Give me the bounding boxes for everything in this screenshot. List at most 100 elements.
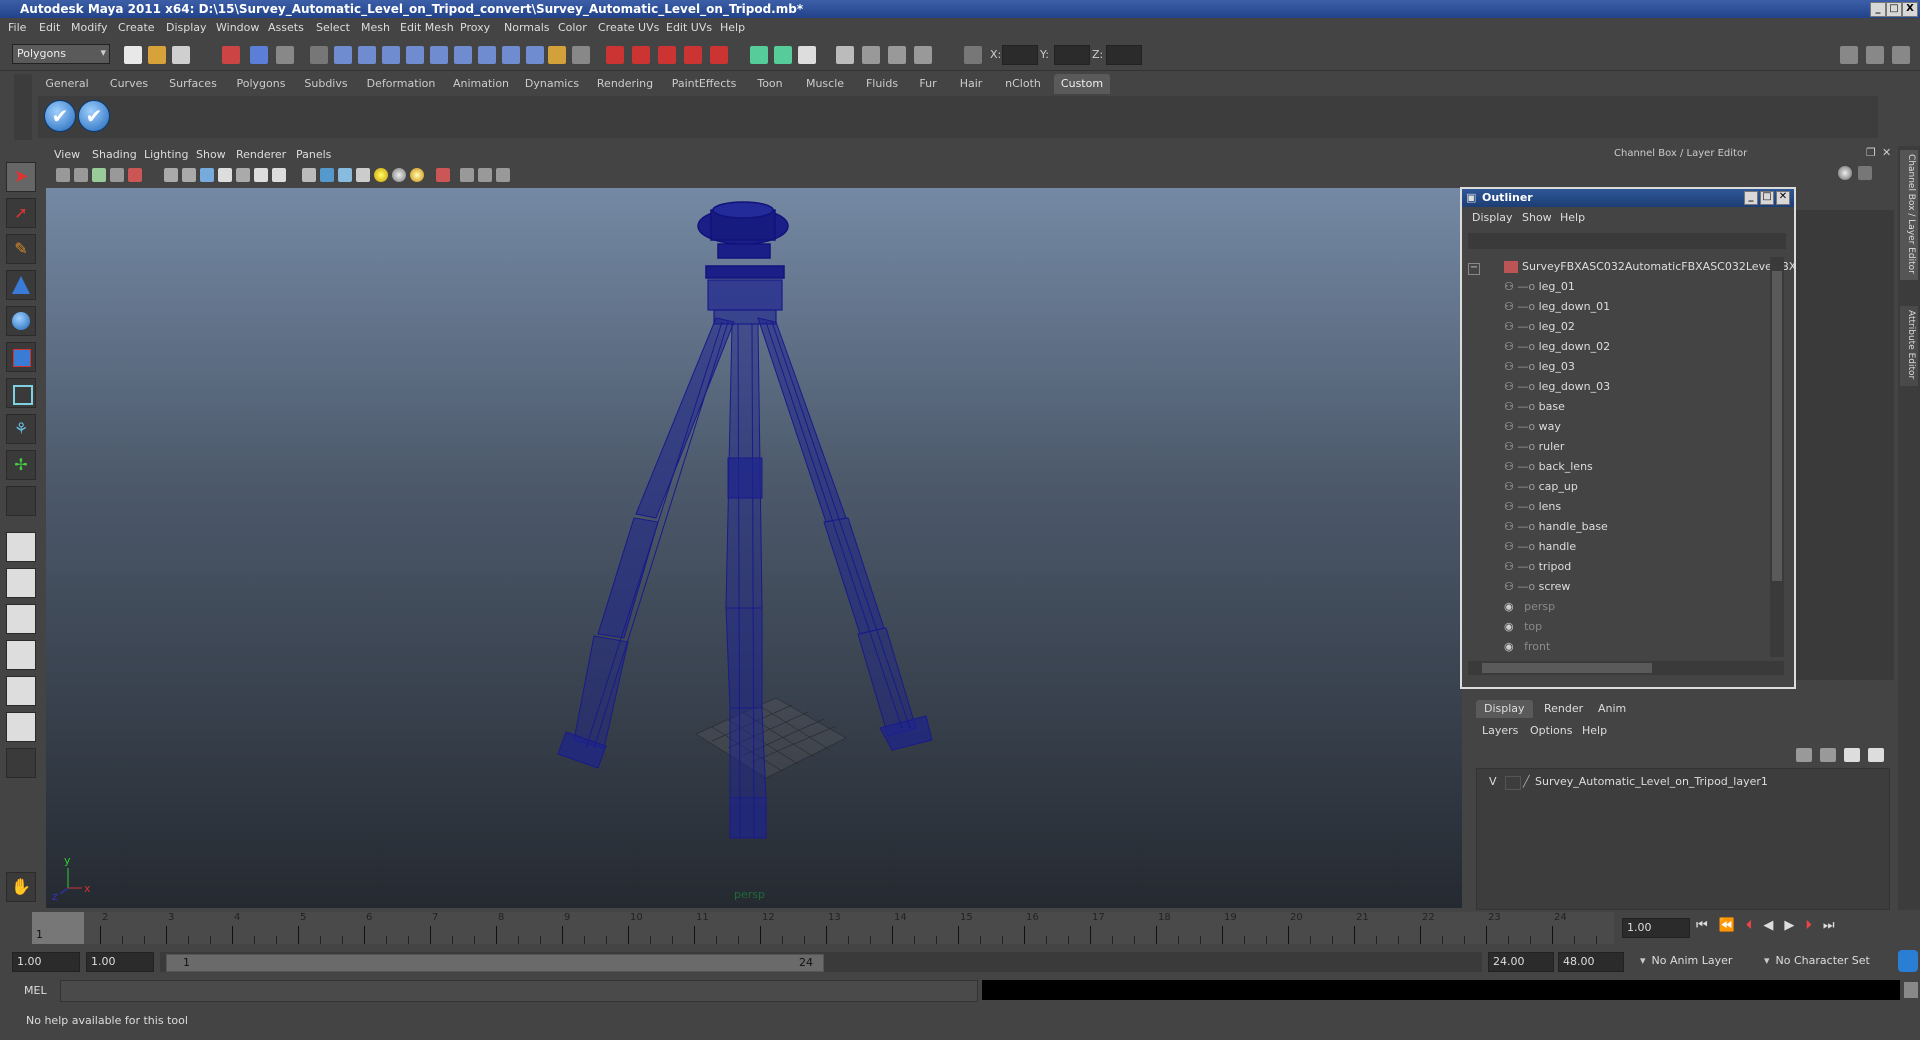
layer-tab-render[interactable]: Render bbox=[1536, 700, 1591, 718]
select-curves-icon[interactable] bbox=[382, 46, 400, 64]
select-misc-icon[interactable] bbox=[502, 46, 520, 64]
playback-start-field[interactable]: 1.00 bbox=[86, 952, 154, 972]
shelf-tab-subdivs[interactable]: Subdivs bbox=[302, 74, 350, 94]
shelf-tab-dynamics[interactable]: Dynamics bbox=[524, 74, 580, 94]
outliner-menu-help[interactable]: Help bbox=[1560, 209, 1585, 227]
mode-selector[interactable]: Polygons ▾ bbox=[12, 44, 110, 64]
menu-select[interactable]: Select bbox=[316, 18, 350, 38]
character-set-dropdown[interactable]: ▾ No Character Set bbox=[1764, 952, 1894, 970]
shelf-tab-painteffects[interactable]: PaintEffects bbox=[670, 74, 738, 94]
outliner-menu-show[interactable]: Show bbox=[1522, 209, 1552, 227]
hypershade-layout-icon[interactable] bbox=[6, 676, 36, 706]
menu-normals[interactable]: Normals bbox=[504, 18, 550, 38]
command-language-label[interactable]: MEL bbox=[24, 984, 47, 997]
input-ops-icon[interactable] bbox=[750, 46, 768, 64]
step-back-key-icon[interactable]: ⏴ bbox=[1746, 918, 1764, 933]
close-button[interactable]: X bbox=[1902, 2, 1918, 17]
new-scene-icon[interactable] bbox=[124, 46, 142, 64]
move-layer-up-icon[interactable] bbox=[1796, 748, 1812, 762]
wireframe-icon[interactable] bbox=[302, 168, 316, 182]
select-by-component-icon[interactable] bbox=[276, 46, 294, 64]
x-field[interactable] bbox=[1002, 45, 1038, 65]
side-tab-attribute-editor[interactable]: Attribute Editor bbox=[1900, 306, 1918, 386]
step-forward-key-icon[interactable]: ⏵ bbox=[1805, 918, 1823, 933]
persp-graph-layout-icon[interactable] bbox=[6, 640, 36, 670]
shelf-tab-surfaces[interactable]: Surfaces bbox=[168, 74, 218, 94]
play-forwards-icon[interactable]: ▶ bbox=[1784, 918, 1805, 933]
select-handles-icon[interactable] bbox=[334, 46, 352, 64]
collapse-icon[interactable]: − bbox=[1468, 263, 1480, 275]
outliner-menu-display[interactable]: Display bbox=[1472, 209, 1513, 227]
panel-menu-show[interactable]: Show bbox=[196, 146, 226, 164]
shelf-tab-general[interactable]: General bbox=[44, 74, 90, 94]
tree-item-leg-01[interactable]: ⚇ —o leg_01 bbox=[1504, 277, 1575, 297]
show-manipulator-icon[interactable]: ✢ bbox=[6, 450, 36, 480]
menu-file[interactable]: File bbox=[8, 18, 26, 38]
render-current-frame-icon[interactable] bbox=[862, 46, 880, 64]
shelf-tab-custom[interactable]: Custom bbox=[1054, 74, 1110, 94]
film-gate-icon[interactable] bbox=[182, 168, 196, 182]
layer-playback-toggle[interactable] bbox=[1505, 776, 1521, 790]
rotate-tool-icon[interactable] bbox=[6, 306, 36, 336]
snap-point-icon[interactable] bbox=[658, 46, 676, 64]
filter-icon[interactable] bbox=[310, 46, 328, 64]
layer-color-swatch[interactable]: ╱ bbox=[1523, 773, 1530, 791]
create-empty-layer-icon[interactable] bbox=[1844, 748, 1860, 762]
layer-tab-display[interactable]: Display bbox=[1476, 700, 1533, 718]
go-to-start-icon[interactable]: ⏮ bbox=[1696, 918, 1719, 933]
four-view-layout-icon[interactable] bbox=[6, 568, 36, 598]
persp-outliner-layout-icon[interactable] bbox=[6, 604, 36, 634]
field-chart-icon[interactable] bbox=[236, 168, 250, 182]
scale-tool-icon[interactable] bbox=[6, 342, 36, 372]
anim-layer-dropdown[interactable]: ▾ No Anim Layer bbox=[1640, 952, 1764, 970]
move-tool-icon[interactable] bbox=[6, 270, 36, 300]
end-time-field[interactable]: 48.00 bbox=[1558, 952, 1624, 972]
outliner-horizontal-scrollbar[interactable] bbox=[1468, 661, 1784, 675]
outliner-filter-field[interactable] bbox=[1468, 233, 1786, 249]
auto-key-icon[interactable] bbox=[1898, 950, 1918, 972]
tree-item-tripod[interactable]: ⚇ —o tripod bbox=[1504, 557, 1571, 577]
step-back-icon[interactable]: ⏪ bbox=[1719, 918, 1746, 933]
shelf-tab-animation[interactable]: Animation bbox=[452, 74, 510, 94]
select-by-object-icon[interactable] bbox=[250, 46, 268, 64]
safe-action-icon[interactable] bbox=[254, 168, 268, 182]
tree-item-leg-down-01[interactable]: ⚇ —o leg_down_01 bbox=[1504, 297, 1610, 317]
paint-select-tool-icon[interactable]: ✎ bbox=[6, 234, 36, 264]
wireframe-on-shaded-icon[interactable] bbox=[338, 168, 352, 182]
pencil-icon[interactable] bbox=[1858, 166, 1872, 180]
shadows-icon[interactable] bbox=[410, 168, 424, 182]
last-tool-slot[interactable] bbox=[6, 486, 36, 516]
layer-tab-anim[interactable]: Anim bbox=[1590, 700, 1634, 718]
outliner-vertical-scrollbar[interactable] bbox=[1770, 257, 1784, 657]
make-live-icon[interactable] bbox=[710, 46, 728, 64]
xray-joints-icon[interactable] bbox=[478, 168, 492, 182]
command-input[interactable] bbox=[60, 980, 978, 1002]
shelf-tab-rendering[interactable]: Rendering bbox=[594, 74, 656, 94]
render-settings-icon[interactable] bbox=[914, 46, 932, 64]
panel-menu-view[interactable]: View bbox=[54, 146, 80, 164]
panel-menu-shading[interactable]: Shading bbox=[92, 146, 137, 164]
shelf-menu-handle[interactable] bbox=[14, 74, 32, 140]
save-scene-icon[interactable] bbox=[172, 46, 190, 64]
hand-icon[interactable]: ✋ bbox=[6, 872, 36, 902]
shelf-tab-toon[interactable]: Toon bbox=[752, 74, 788, 94]
isolate-select-icon[interactable] bbox=[460, 168, 474, 182]
tree-item-lens[interactable]: ⚇ —o lens bbox=[1504, 497, 1561, 517]
transform-field-icon[interactable] bbox=[964, 46, 982, 64]
tree-item-way[interactable]: ⚇ —o way bbox=[1504, 417, 1561, 437]
xray-icon[interactable] bbox=[436, 168, 450, 182]
share-icon[interactable] bbox=[496, 168, 510, 182]
checkmark-icon[interactable]: ✔ bbox=[44, 100, 76, 132]
tree-item-leg-down-03[interactable]: ⚇ —o leg_down_03 bbox=[1504, 377, 1610, 397]
output-ops-icon[interactable] bbox=[774, 46, 792, 64]
outliner-maximize-button[interactable]: □ bbox=[1760, 191, 1774, 205]
time-slider-track[interactable]: 123456789101112131415161718192021222324 … bbox=[32, 912, 1614, 944]
minimize-button[interactable]: _ bbox=[1870, 2, 1886, 17]
layer-menu-layers[interactable]: Layers bbox=[1482, 724, 1518, 738]
tree-item-handle-base[interactable]: ⚇ —o handle_base bbox=[1504, 517, 1608, 537]
channel-box-icon[interactable] bbox=[1838, 166, 1852, 180]
select-joints-icon[interactable] bbox=[358, 46, 376, 64]
highlight-selection-icon[interactable] bbox=[572, 46, 590, 64]
shelf-tab-ncloth[interactable]: nCloth bbox=[1000, 74, 1046, 94]
start-time-field[interactable]: 1.00 bbox=[12, 952, 80, 972]
